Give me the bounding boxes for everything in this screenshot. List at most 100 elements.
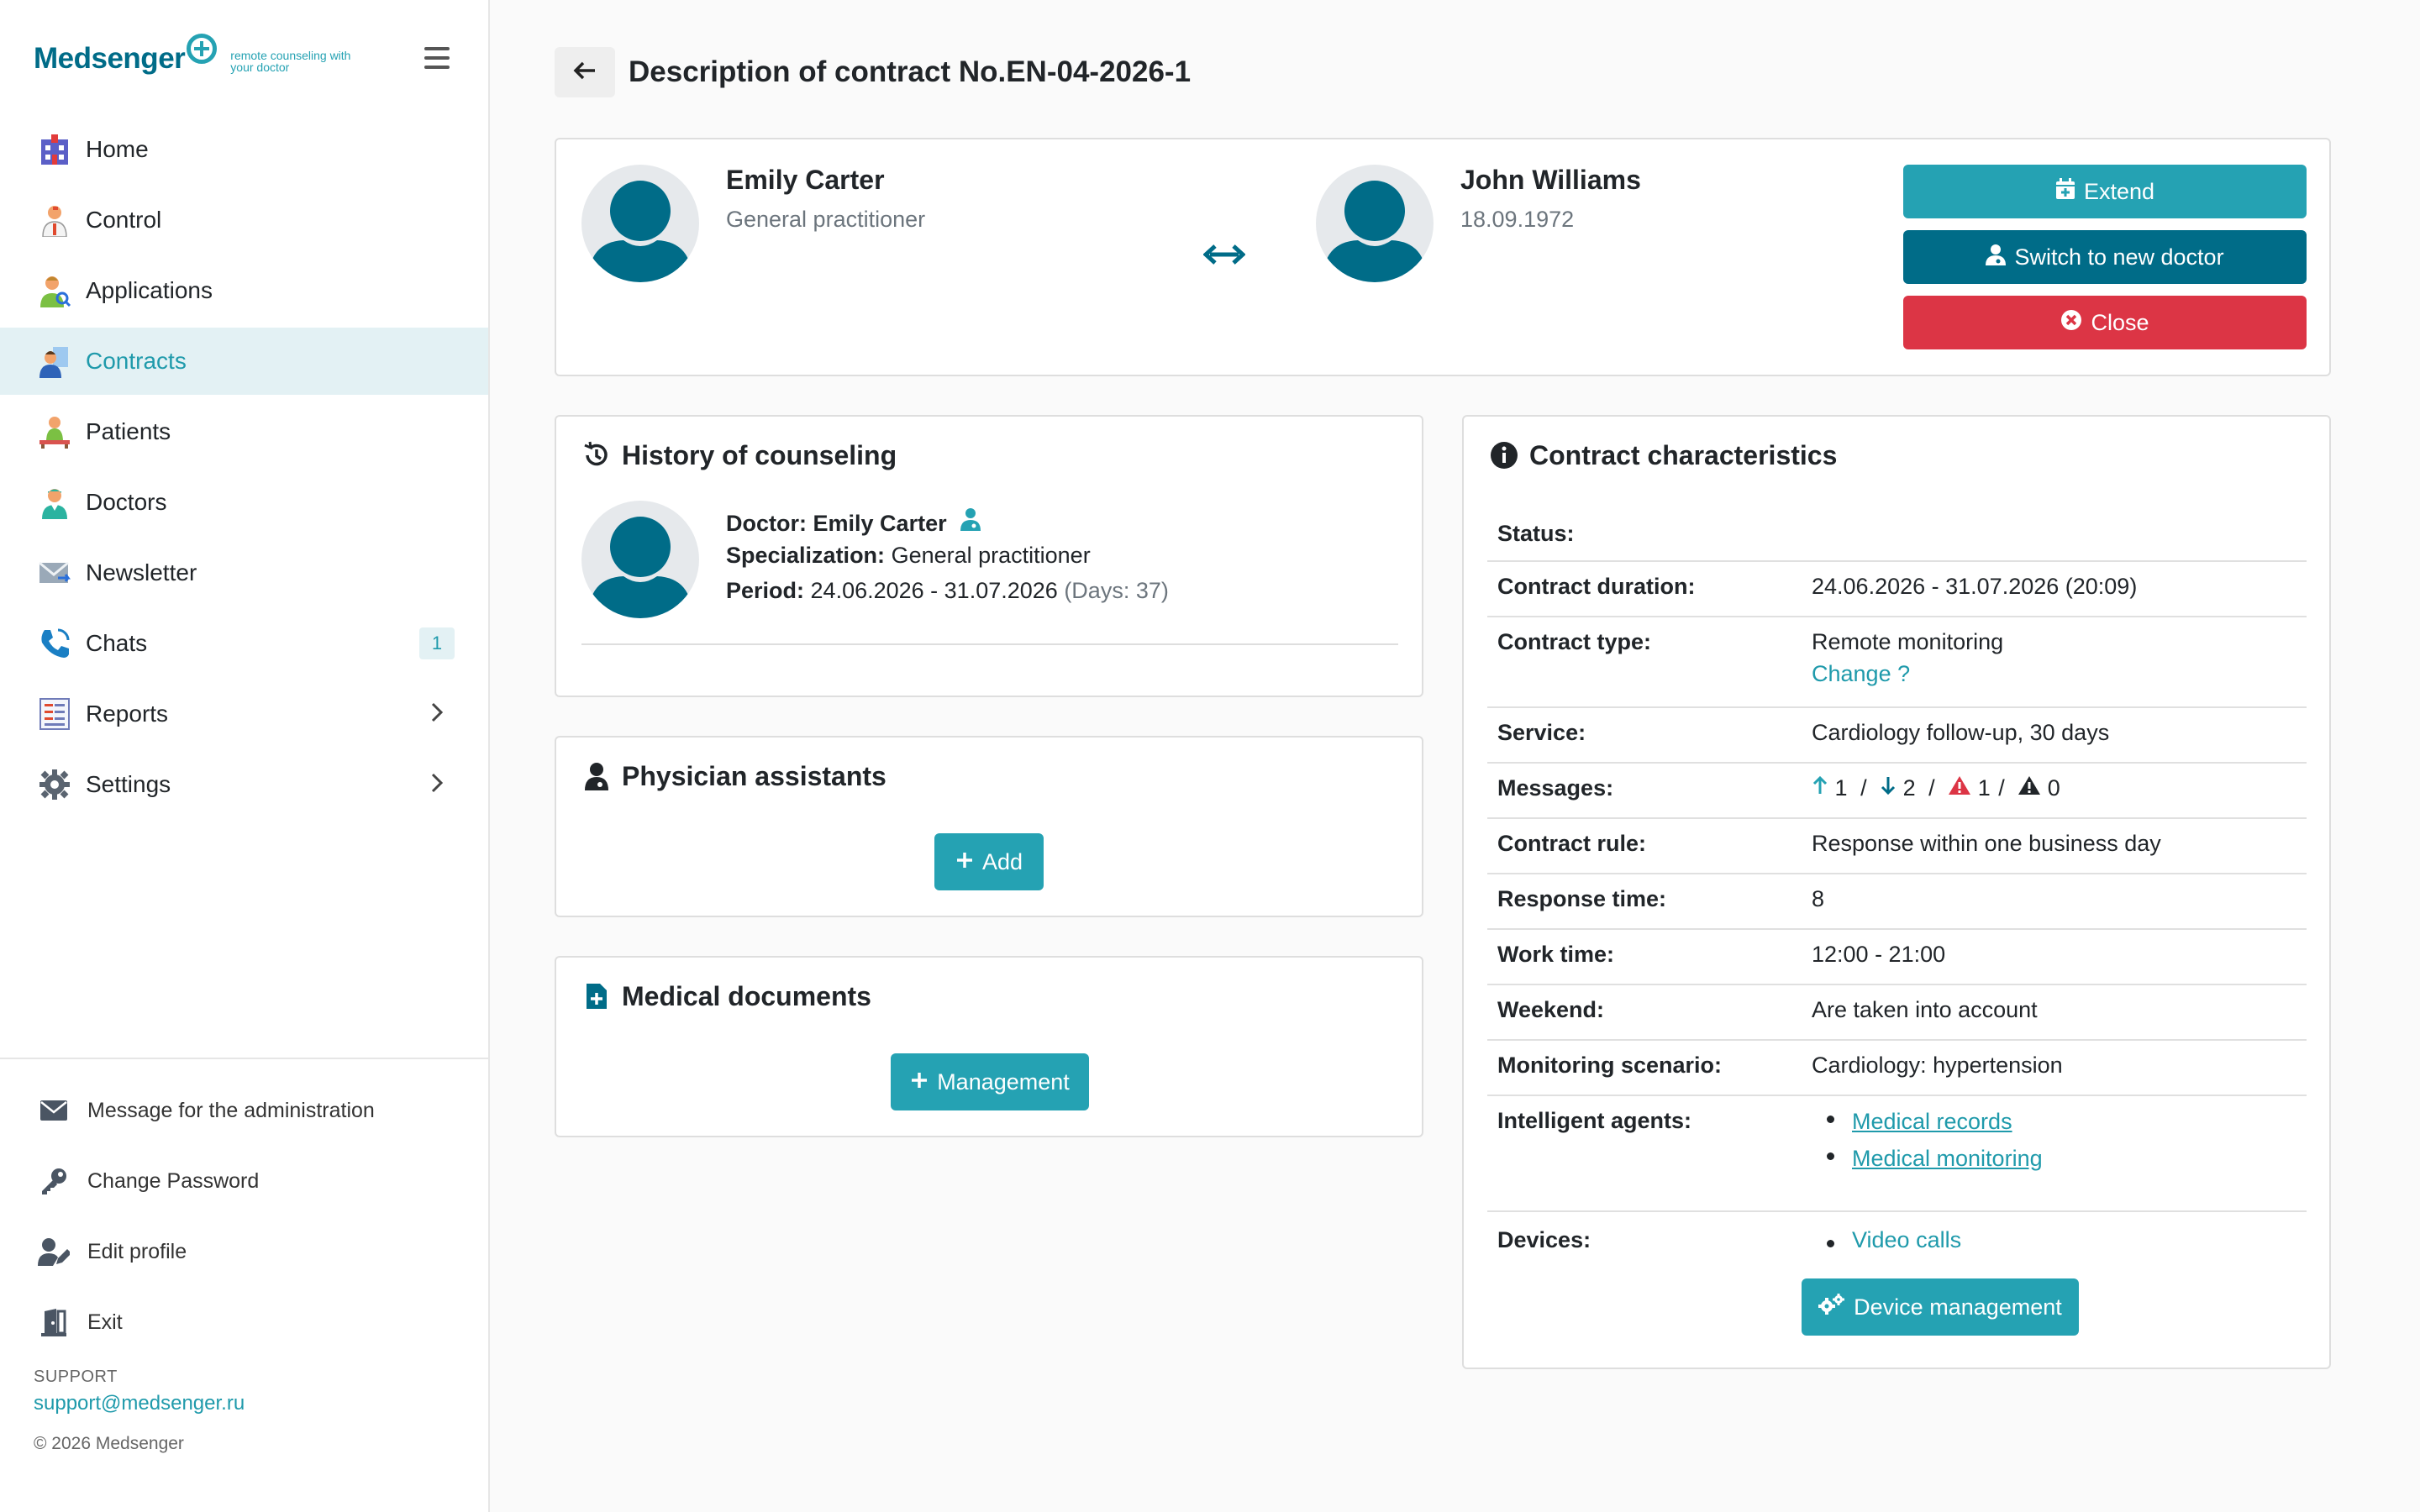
- agents-list: Medical records Medical monitoring: [1802, 1103, 2296, 1177]
- calendar-plus-icon: [2055, 177, 2075, 206]
- devices-label: Devices:: [1497, 1227, 1591, 1252]
- agent-medical-monitoring-link[interactable]: Medical monitoring: [1852, 1146, 2043, 1171]
- status-label: Status:: [1487, 506, 1802, 562]
- gear-icon: [37, 767, 72, 802]
- doctor-avatar: [581, 165, 699, 282]
- table-row: Devices: Video calls Device management: [1487, 1211, 2307, 1354]
- sidebar-item-change-password[interactable]: Change Password: [0, 1146, 488, 1216]
- menu-toggle-icon[interactable]: [424, 47, 450, 69]
- sidebar-item-label: Chats: [86, 630, 148, 656]
- table-row: Contract type: Remote monitoring Change …: [1487, 617, 2307, 708]
- patient-birthdate: 18.09.1972: [1460, 207, 1575, 232]
- cogs-icon: [1818, 1293, 1845, 1321]
- rule-label: Contract rule:: [1487, 818, 1802, 874]
- sidebar-item-exit[interactable]: Exit: [0, 1287, 488, 1357]
- sidebar-item-doctors[interactable]: Doctors: [0, 469, 488, 536]
- weekend-label: Weekend:: [1487, 984, 1802, 1041]
- sidebar-item-message-admin[interactable]: Message for the administration: [0, 1075, 488, 1146]
- characteristics-table: Status: Contract duration: 24.06.2026 - …: [1487, 506, 2307, 1354]
- agents-label: Intelligent agents:: [1487, 1095, 1802, 1212]
- chats-unread-badge: 1: [419, 627, 455, 659]
- user-edit-icon: [37, 1235, 71, 1268]
- history-card: History of counseling Doctor: Emily Cart…: [555, 415, 1423, 697]
- add-assistant-button[interactable]: Add: [934, 833, 1044, 890]
- main-nav: Home Control Applications Contracts Pati…: [0, 116, 488, 822]
- sidebar-item-home[interactable]: Home: [0, 116, 488, 183]
- table-row: Status:: [1487, 506, 2307, 562]
- plus-icon: [910, 1069, 929, 1095]
- documents-title: Medical documents: [580, 979, 871, 1013]
- extend-button[interactable]: Extend: [1903, 165, 2307, 218]
- documents-management-label: Management: [937, 1068, 1070, 1095]
- patient-name[interactable]: John Williams: [1460, 165, 1641, 196]
- user-doctor-icon: [1986, 244, 2007, 271]
- work-time-label: Work time:: [1487, 929, 1802, 985]
- documents-management-button[interactable]: Management: [891, 1053, 1089, 1110]
- sidebar-item-reports[interactable]: Reports: [0, 680, 488, 748]
- sidebar-item-control[interactable]: Control: [0, 186, 488, 254]
- doctor-name: Emily Carter: [726, 165, 885, 195]
- sidebar-item-patients[interactable]: Patients: [0, 398, 488, 465]
- chevron-right-icon: [429, 698, 445, 731]
- device-management-label: Device management: [1854, 1294, 2062, 1320]
- history-divider: [581, 643, 1398, 645]
- back-button[interactable]: [555, 47, 615, 97]
- change-type-link[interactable]: Change ?: [1812, 654, 2296, 693]
- switch-doctor-label: Switch to new doctor: [2014, 244, 2224, 270]
- sidebar-item-edit-profile[interactable]: Edit profile: [0, 1216, 488, 1287]
- control-person-icon: [37, 202, 72, 238]
- logo[interactable]: Medsenger remote counseling with your do…: [34, 34, 356, 84]
- history-spec-label: Specialization:: [726, 543, 886, 568]
- contract-parties-card: Emily Carter General practitioner John W…: [555, 138, 2331, 376]
- sidebar-item-contracts[interactable]: Contracts: [0, 328, 488, 395]
- plus-icon: [955, 849, 974, 875]
- reports-icon: [37, 696, 72, 732]
- service-value: Cardiology follow-up, 30 days: [1802, 707, 2307, 764]
- history-period-value: 24.06.2026 - 31.07.2026: [810, 578, 1058, 603]
- sidebar-item-chats[interactable]: Chats 1: [0, 610, 488, 677]
- incoming-count: 1: [1834, 775, 1848, 801]
- arrows-horizontal-icon: [1202, 242, 1246, 271]
- messages-value: 1 / 2 / 1 / 0: [1802, 763, 2307, 819]
- device-management-button[interactable]: Device management: [1802, 1278, 2079, 1336]
- table-row: Work time: 12:00 - 21:00: [1487, 929, 2307, 985]
- support-email-link[interactable]: support@medsenger.ru: [34, 1392, 245, 1415]
- doctor-badge-icon: [960, 508, 981, 536]
- close-contract-button[interactable]: Close: [1903, 296, 2307, 349]
- separator: /: [1928, 775, 1935, 801]
- history-doctor-avatar: [581, 501, 699, 618]
- sidebar-item-settings[interactable]: Settings: [0, 751, 488, 818]
- sidebar-item-newsletter[interactable]: Newsletter: [0, 539, 488, 606]
- table-row: Service: Cardiology follow-up, 30 days: [1487, 707, 2307, 764]
- sidebar-item-label: Edit profile: [87, 1239, 187, 1263]
- alert-triangle-icon: [2018, 775, 2041, 801]
- copyright: © 2026 Medsenger: [34, 1434, 184, 1453]
- envelope-icon: [37, 1094, 71, 1127]
- agent-medical-records-link[interactable]: Medical records: [1852, 1109, 2012, 1134]
- table-row: Intelligent agents: Medical records Medi…: [1487, 1095, 2307, 1212]
- assistants-title-text: Physician assistants: [622, 760, 886, 791]
- sidebar: Medsenger remote counseling with your do…: [0, 0, 490, 1512]
- sidebar-item-applications[interactable]: Applications: [0, 257, 488, 324]
- history-title: History of counseling: [580, 438, 897, 472]
- warnings-count: 1: [1977, 775, 1991, 801]
- sidebar-footer-nav: Message for the administration Change Pa…: [0, 1075, 488, 1357]
- characteristics-card: Contract characteristics Status: Contrac…: [1462, 415, 2331, 1369]
- device-video-calls-link[interactable]: Video calls: [1852, 1227, 1961, 1252]
- applications-icon: [37, 273, 72, 308]
- close-label: Close: [2091, 309, 2149, 335]
- sidebar-item-label: Message for the administration: [87, 1098, 375, 1122]
- history-title-text: History of counseling: [622, 439, 897, 470]
- assistants-card: Physician assistants Add: [555, 736, 1423, 917]
- list-item: Video calls: [1802, 1227, 2296, 1253]
- switch-doctor-button[interactable]: Switch to new doctor: [1903, 230, 2307, 284]
- chevron-right-icon: [429, 769, 445, 801]
- history-doctor-name: Emily Carter: [813, 511, 947, 536]
- response-value: 8: [1802, 874, 2307, 930]
- table-row: Messages: 1 / 2 / 1 / 0: [1487, 763, 2307, 819]
- rule-value: Response within one business day: [1802, 818, 2307, 874]
- duration-label: Contract duration:: [1487, 561, 1802, 617]
- doctor-icon: [37, 485, 72, 520]
- weekend-value: Are taken into account: [1802, 984, 2307, 1041]
- type-value: Remote monitoring: [1812, 629, 2004, 654]
